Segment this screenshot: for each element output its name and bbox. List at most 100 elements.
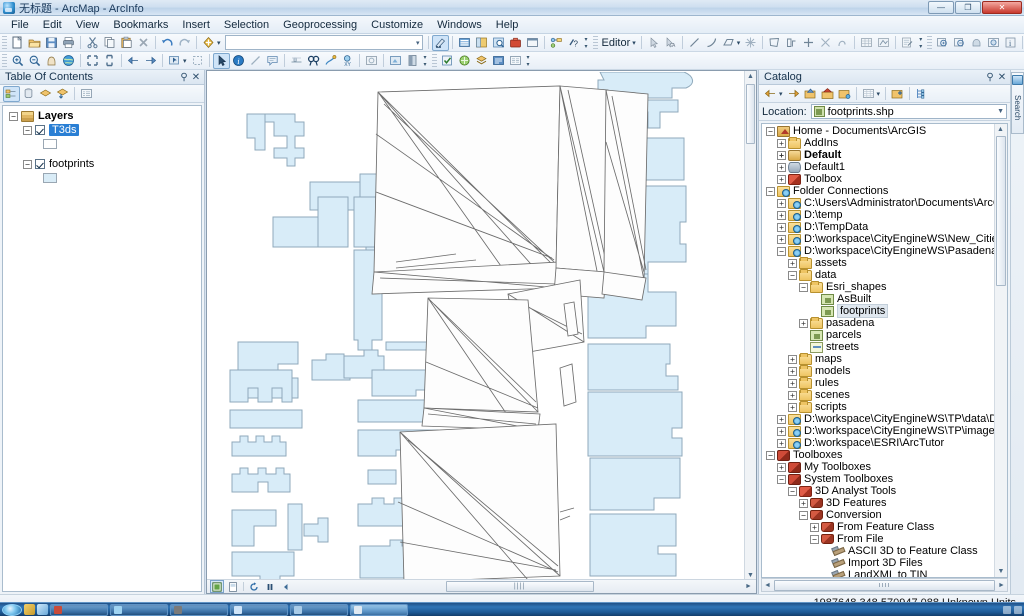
straight-segment-icon[interactable] <box>686 35 703 51</box>
tools-overflow-icon[interactable]: ▾ ▾ <box>421 54 430 68</box>
expand-icon[interactable]: + <box>810 522 819 532</box>
editor-verify-icon[interactable] <box>439 53 456 69</box>
catalog-tree-item[interactable]: + models <box>762 364 994 377</box>
toolbar-overflow-icon[interactable]: ▾ ▾ <box>582 36 591 50</box>
taskbar-item[interactable] <box>230 603 288 616</box>
back-icon[interactable] <box>762 86 779 102</box>
attribute-editor-icon[interactable] <box>899 35 916 51</box>
model-builder-icon[interactable] <box>548 35 565 51</box>
refresh-icon[interactable] <box>247 580 261 593</box>
symbol-swatch[interactable] <box>43 173 57 183</box>
catalog-tree-item[interactable]: Import 3D Files <box>762 557 994 569</box>
catalog-tree-item[interactable]: − Folder Connections <box>762 185 994 197</box>
editor-menu-label[interactable]: Editor <box>600 37 633 49</box>
tray-icon[interactable] <box>1003 605 1011 614</box>
pan-icon[interactable] <box>43 53 60 69</box>
toc-tree[interactable]: − Layers − T3ds − footprints <box>2 105 202 592</box>
expand-icon[interactable]: + <box>788 378 797 388</box>
paste-icon[interactable] <box>118 35 135 51</box>
editor-toolbar-grip[interactable] <box>592 35 598 50</box>
construct-polygon-icon[interactable] <box>766 35 783 51</box>
full-extent-3d-icon[interactable] <box>985 35 1002 51</box>
expand-icon[interactable]: + <box>777 462 786 472</box>
new-item-icon[interactable] <box>889 86 906 102</box>
catalog-tree-item[interactable]: ASCII 3D to Feature Class <box>762 545 994 557</box>
html-popup-icon[interactable] <box>264 53 281 69</box>
expand-icon[interactable]: + <box>788 366 797 376</box>
find-route-icon[interactable] <box>322 53 339 69</box>
zoom-out-3d-icon[interactable] <box>951 35 968 51</box>
editor-toolbar-icon[interactable] <box>431 34 449 51</box>
layer-props-icon[interactable] <box>490 53 507 69</box>
taskbar-item[interactable] <box>110 603 168 616</box>
connect-folder-icon[interactable] <box>836 86 853 102</box>
taskbar-item-arcmap[interactable] <box>350 603 408 616</box>
menu-customize[interactable]: Customize <box>364 17 430 33</box>
add-layer-icon[interactable] <box>473 53 490 69</box>
layer-visibility-checkbox[interactable] <box>35 125 45 135</box>
catalog-tree-item[interactable]: +3D Features <box>762 497 994 509</box>
identify-icon[interactable]: i <box>230 53 247 69</box>
create-viewer-icon[interactable] <box>387 53 404 69</box>
attributes-table-icon[interactable] <box>858 35 875 51</box>
arc-segment-icon[interactable] <box>834 35 851 51</box>
scale-combo[interactable]: ▾ <box>224 35 423 50</box>
geo-toolbar-grip[interactable] <box>431 53 437 68</box>
python-window-icon[interactable] <box>524 35 541 51</box>
menu-insert[interactable]: Insert <box>175 17 217 33</box>
drawing-options-icon[interactable] <box>279 580 293 593</box>
catalog-tree-item[interactable]: + From Feature Class <box>762 521 994 533</box>
menu-help[interactable]: Help <box>489 17 526 33</box>
edit-tool-icon[interactable] <box>645 35 662 51</box>
catalog-tree-item[interactable]: + Default <box>762 149 994 161</box>
catalog-vscroll-thumb[interactable] <box>996 136 1006 286</box>
catalog-tree-item[interactable]: + Default1 <box>762 161 994 173</box>
catalog-tree[interactable]: − Home - Documents\ArcGIS + AddIns + Default +… <box>761 123 1008 578</box>
start-button-icon[interactable] <box>2 603 22 616</box>
data-view-icon[interactable] <box>210 580 224 593</box>
catalog-scroll-down-arrow[interactable]: ▼ <box>995 566 1007 577</box>
toc-close-icon[interactable]: ✕ <box>190 72 202 83</box>
catalog-tree-item[interactable]: − Conversion <box>762 509 994 521</box>
taskbar-item[interactable] <box>290 603 348 616</box>
map-canvas[interactable] <box>208 72 746 579</box>
attributes-icon[interactable] <box>507 53 524 69</box>
catalog-tree-item[interactable]: + assets <box>762 256 994 269</box>
taskbar-item[interactable] <box>50 603 108 616</box>
3d-analyst-grip[interactable] <box>927 35 933 50</box>
save-icon[interactable] <box>43 35 60 51</box>
toc-options-icon[interactable] <box>78 86 95 102</box>
catalog-tree-item[interactable]: + D:\temp <box>762 209 994 221</box>
zoom-in-icon[interactable] <box>9 53 26 69</box>
collapse-icon[interactable]: − <box>799 510 808 520</box>
expand-icon[interactable]: + <box>777 234 786 244</box>
editor-menu-dropdown-icon[interactable]: ▾ <box>632 39 638 47</box>
identify-3d-icon[interactable]: i <box>1002 35 1019 51</box>
toolbar-grip[interactable] <box>2 35 7 50</box>
intersection-icon[interactable] <box>817 35 834 51</box>
catalog-tree-item[interactable]: − D:\workspace\CityEngineWS\Pasadena <box>762 245 994 257</box>
expand-icon[interactable]: + <box>799 318 808 328</box>
catalog-tree-item[interactable]: − Toolboxes <box>762 449 994 461</box>
quicklaunch-explorer-icon[interactable] <box>37 604 48 615</box>
catalog-tree-item[interactable]: footprints <box>762 304 994 318</box>
curve-segment-icon[interactable] <box>703 35 720 51</box>
catalog-tree-item[interactable]: + AddIns <box>762 136 994 149</box>
list-by-drawing-order-icon[interactable] <box>3 85 20 102</box>
view-list-icon[interactable] <box>860 86 877 102</box>
symbol-swatch[interactable] <box>43 139 57 149</box>
menu-windows[interactable]: Windows <box>430 17 489 33</box>
new-map-icon[interactable] <box>9 35 26 51</box>
copy-icon[interactable] <box>101 35 118 51</box>
collapse-icon[interactable]: − <box>777 246 786 256</box>
minimize-button[interactable]: — <box>928 1 954 14</box>
catalog-tree-item[interactable]: + D:\TempData <box>762 221 994 233</box>
geo-overflow-icon[interactable]: ▾ ▾ <box>524 54 533 68</box>
list-by-source-icon[interactable] <box>20 86 37 102</box>
expand-icon[interactable]: + <box>777 414 786 424</box>
maximize-button[interactable]: ❐ <box>955 1 981 14</box>
search-side-tab[interactable]: Search <box>1010 70 1024 594</box>
add-data-dropdown-icon[interactable]: ▾ <box>217 39 223 47</box>
fixed-zoom-out-icon[interactable] <box>101 53 118 69</box>
viewer-window-icon[interactable] <box>363 53 380 69</box>
